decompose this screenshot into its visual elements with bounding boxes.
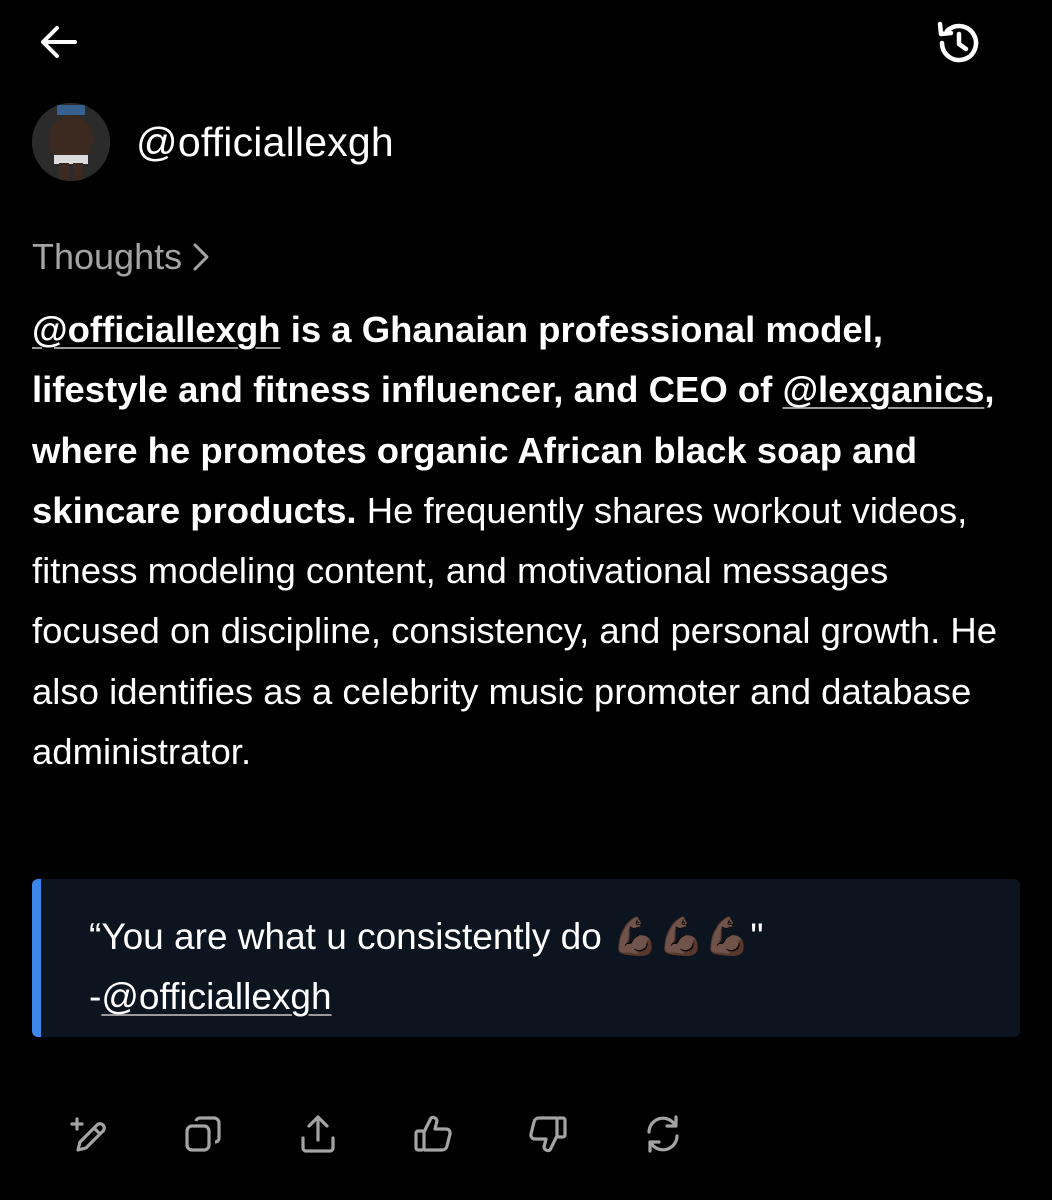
edit-button[interactable] <box>60 1106 116 1162</box>
avatar[interactable] <box>32 103 110 181</box>
thoughts-label: Thoughts <box>32 236 183 277</box>
attribution-prefix: - <box>89 976 102 1017</box>
mention-link[interactable]: @officiallexgh <box>32 309 281 350</box>
regenerate-icon <box>647 1115 679 1153</box>
copy-icon <box>185 1116 221 1152</box>
quote-body: “You are what u consistently do <box>89 916 613 957</box>
quote-block: “You are what u consistently do 💪🏿💪🏿💪🏿" … <box>32 879 1020 1037</box>
thumbs-up-icon <box>414 1115 452 1152</box>
avatar-image <box>32 103 110 181</box>
thumbs-down-icon <box>529 1116 567 1153</box>
thumbs-down-button[interactable] <box>520 1106 576 1162</box>
profile-handle[interactable]: @officiallexgh <box>136 119 394 166</box>
response-text: @officiallexgh is a Ghanaian professiona… <box>32 300 1022 782</box>
history-button[interactable] <box>926 12 992 74</box>
chevron-right-icon <box>193 243 209 271</box>
arrow-left-icon <box>41 26 77 58</box>
profile-header[interactable]: @officiallexgh <box>32 102 394 182</box>
share-icon <box>301 1115 335 1153</box>
flexed-biceps-emoji: 💪🏿💪🏿💪🏿 <box>612 915 751 958</box>
regenerate-button[interactable] <box>635 1106 691 1162</box>
thumbs-up-button[interactable] <box>405 1106 461 1162</box>
edit-plus-icon <box>70 1117 106 1152</box>
body-text: He frequently shares workout videos, fit… <box>32 489 998 773</box>
copy-button[interactable] <box>175 1106 231 1162</box>
quote-text: “You are what u consistently do 💪🏿💪🏿💪🏿" <box>89 915 763 959</box>
quote-attribution: -@officiallexgh <box>89 976 332 1018</box>
back-button[interactable] <box>28 14 88 70</box>
history-icon <box>937 21 979 63</box>
share-button[interactable] <box>290 1106 346 1162</box>
thoughts-toggle[interactable]: Thoughts <box>32 236 210 278</box>
attribution-mention-link[interactable]: @officiallexgh <box>101 976 331 1017</box>
mention-link[interactable]: @lexganics <box>782 369 984 410</box>
quote-close: " <box>750 916 764 957</box>
top-bar <box>0 0 1052 90</box>
